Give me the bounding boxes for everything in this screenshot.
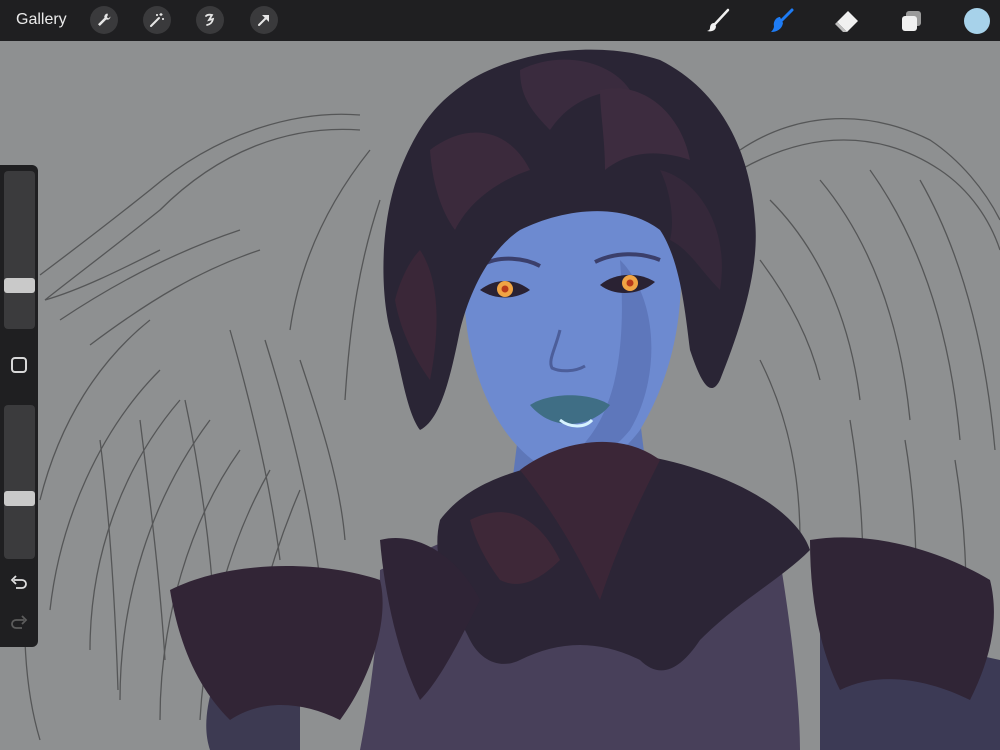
layers-button[interactable] <box>898 7 926 35</box>
undo-icon <box>10 575 27 589</box>
brush-icon <box>707 8 730 32</box>
brush-size-handle[interactable] <box>4 278 35 293</box>
eraser-icon <box>835 11 858 32</box>
gallery-button[interactable]: Gallery <box>16 11 67 29</box>
actions-button[interactable] <box>90 6 118 34</box>
undo-button[interactable] <box>9 573 29 593</box>
left-sidebar <box>0 165 38 647</box>
drawing-canvas[interactable] <box>0 41 1000 750</box>
opacity-slider[interactable] <box>4 405 35 559</box>
brush-size-slider[interactable] <box>4 171 35 329</box>
redo-button[interactable] <box>9 613 29 633</box>
adjustments-button[interactable] <box>143 6 171 34</box>
smudge-icon <box>771 8 794 32</box>
brush-tool-button[interactable] <box>704 7 732 35</box>
selection-icon <box>205 13 215 26</box>
modify-button[interactable] <box>11 357 27 373</box>
magic-wand-icon <box>150 13 164 27</box>
eraser-tool-button[interactable] <box>833 7 861 35</box>
layers-icon <box>902 11 921 31</box>
redo-icon <box>11 615 28 629</box>
top-toolbar: Gallery <box>0 0 1000 41</box>
transform-button[interactable] <box>250 6 278 34</box>
selection-button[interactable] <box>196 6 224 34</box>
wrench-icon <box>98 13 111 26</box>
transform-arrow-icon <box>258 15 269 26</box>
color-picker-swatch[interactable] <box>964 8 990 34</box>
opacity-handle[interactable] <box>4 491 35 506</box>
smudge-tool-button[interactable] <box>768 7 796 35</box>
